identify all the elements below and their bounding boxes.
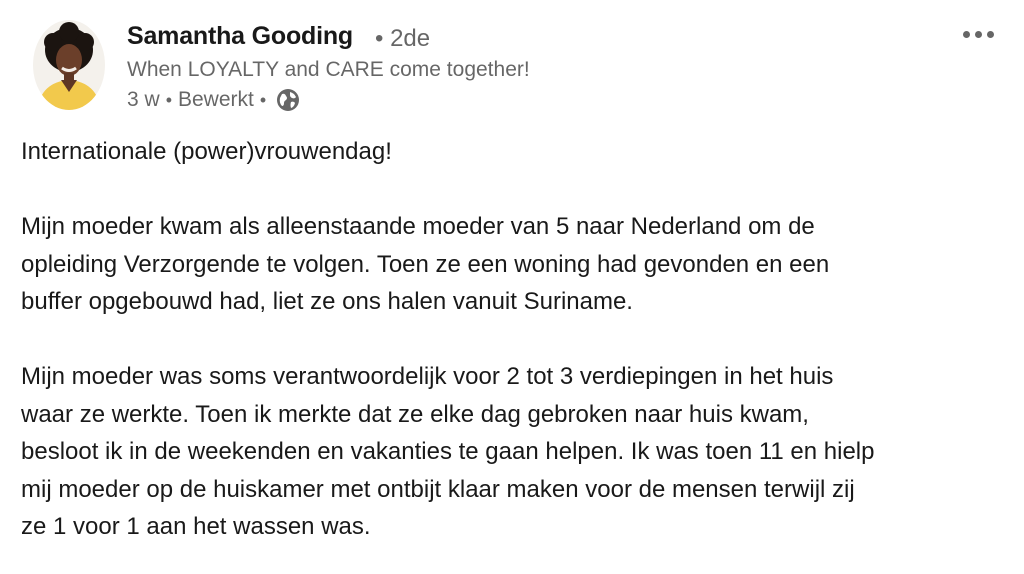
separator-dot: • bbox=[259, 89, 267, 110]
post-body: Internationale (power)vrouwendag! Mijn m… bbox=[21, 133, 1011, 546]
separator-dot: • bbox=[165, 89, 172, 110]
post-line: mij moeder op de huiskamer met ontbijt k… bbox=[21, 475, 855, 503]
author-name[interactable]: Samantha Gooding bbox=[127, 22, 353, 51]
post-line: ze 1 voor 1 aan het wassen was. bbox=[21, 513, 371, 540]
more-options-icon bbox=[974, 30, 982, 38]
post-line: besloot ik in de weekenden en vakanties … bbox=[21, 438, 875, 465]
profile-photo bbox=[33, 20, 105, 110]
globe-icon bbox=[276, 88, 300, 112]
post-line: buffer opgebouwd had, liet ze ons halen … bbox=[21, 288, 633, 315]
post-line: waar ze werkte. Toen ik merkte dat ze el… bbox=[21, 400, 809, 428]
linkedin-post: Samantha Gooding • 2de When LOYALTY and … bbox=[0, 0, 1024, 574]
post-line: Mijn moeder kwam als alleenstaande moede… bbox=[21, 213, 815, 240]
author-avatar[interactable] bbox=[33, 20, 105, 110]
more-options-button[interactable] bbox=[948, 20, 1008, 48]
post-time: 3 w bbox=[127, 88, 160, 111]
more-options-icon bbox=[986, 30, 994, 38]
post-line: Internationale (power)vrouwendag! bbox=[21, 138, 392, 165]
edited-label: Bewerkt bbox=[178, 88, 254, 111]
author-headline: When LOYALTY and CARE come together! bbox=[127, 58, 530, 81]
more-options-icon bbox=[962, 30, 970, 38]
post-line: opleiding Verzorgende te volgen. Toen ze… bbox=[21, 250, 830, 278]
connection-degree: • 2de bbox=[375, 25, 431, 52]
post-meta: 3 w • Bewerkt • bbox=[127, 86, 300, 114]
post-line: Mijn moeder was soms verantwoordelijk vo… bbox=[21, 363, 834, 390]
